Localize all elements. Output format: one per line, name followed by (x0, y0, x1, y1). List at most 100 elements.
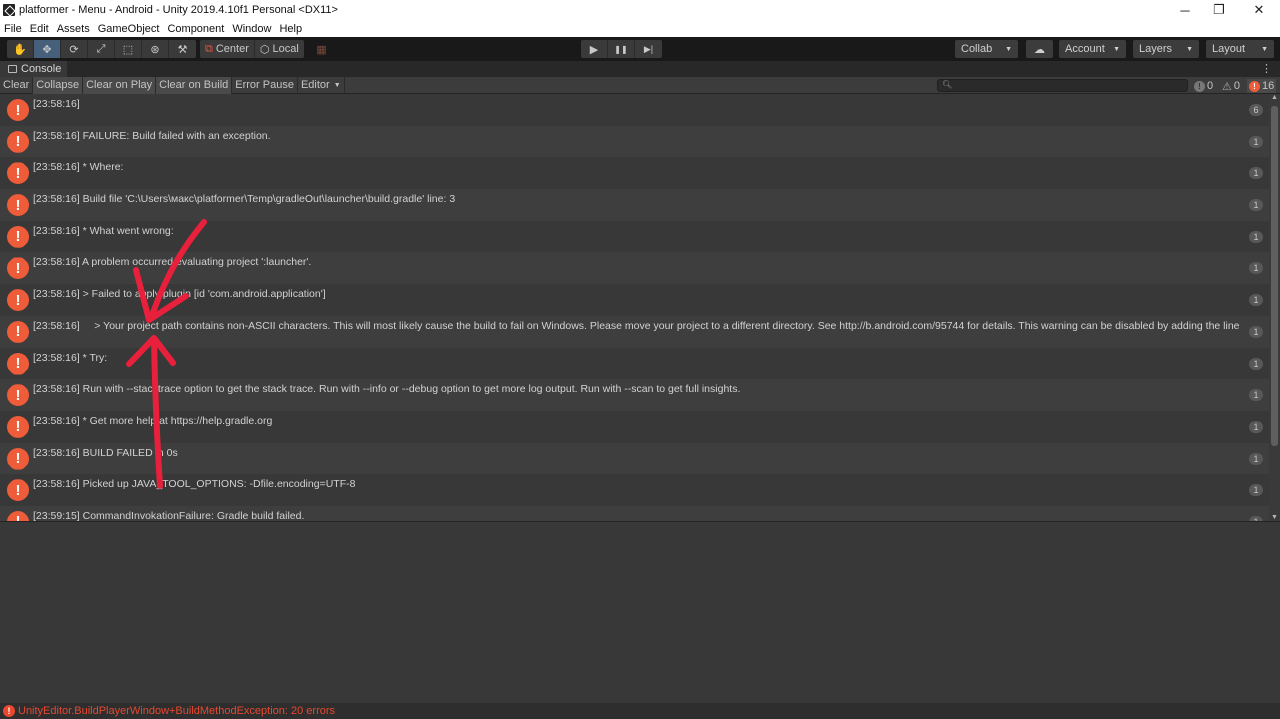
restore-button[interactable]: ❐ (1200, 0, 1238, 20)
menu-window[interactable]: Window (232, 23, 271, 35)
main-toolbar: ✋ ✥ ⟳ ⤢ ⬚ ⊛ ⚒ ⧉ Center ⬡ Local ▦ ▶ ❚❚ ▶|… (0, 37, 1280, 61)
menu-component[interactable]: Component (167, 23, 224, 35)
transform-tool-icon[interactable]: ⊛ (142, 40, 169, 58)
log-row[interactable]: ! [23:58:16] FAILURE: Build failed with a… (0, 125, 1269, 158)
clear-button[interactable]: Clear (0, 76, 34, 94)
log-message: [23:58:16] * What went wrong: (33, 224, 174, 237)
log-row[interactable]: ! [23:58:16] * What went wrong: 1 (0, 221, 1269, 253)
error-icon: ! (7, 447, 29, 470)
log-count-badge: 1 (1249, 230, 1263, 243)
log-detail-pane[interactable] (0, 521, 1280, 703)
log-row[interactable]: ! [23:58:16] * Get more help at https://h… (0, 411, 1269, 443)
error-icon: ! (1249, 80, 1260, 92)
cloud-icon: ☁ (1034, 43, 1045, 56)
log-scrollbar[interactable]: ▲ ▼ (1269, 94, 1280, 521)
pivot-center-icon: ⧉ (205, 42, 213, 55)
collapse-toggle[interactable]: Collapse (33, 76, 84, 94)
search-icon: 🔍︎ (942, 80, 953, 89)
menu-edit[interactable]: Edit (30, 23, 49, 35)
error-icon: ! (7, 289, 29, 312)
error-count-toggle[interactable]: ! 16 (1247, 79, 1277, 93)
status-bar[interactable]: ! UnityEditor.BuildPlayerWindow+BuildMet… (0, 703, 1280, 719)
log-count-badge: 1 (1249, 294, 1263, 307)
move-tool-icon[interactable]: ✥ (34, 40, 61, 58)
warning-count: 0 (1233, 80, 1240, 92)
layout-label: Layout (1212, 43, 1246, 55)
warning-count-toggle[interactable]: ⚠ 0 (1220, 79, 1242, 93)
console-search-input[interactable]: 🔍︎ (937, 79, 1188, 92)
rect-tool-icon[interactable]: ⬚ (115, 40, 142, 58)
log-row[interactable]: ! [23:59:15] CommandInvokationFailure: Gr… (0, 505, 1269, 521)
collab-label: Collab (961, 43, 993, 55)
log-count-badge: 1 (1249, 452, 1263, 465)
log-row[interactable]: ! [23:58:16] Build file 'C:\Users\макс\pl… (0, 189, 1269, 221)
console-log-list[interactable]: ! [23:58:16] 6 ! [23:58:16] FAILURE: Build … (0, 94, 1269, 521)
step-button[interactable]: ▶| (635, 40, 662, 58)
panel-menu-icon[interactable]: ⋮ (1261, 61, 1272, 77)
editor-dropdown[interactable]: Editor ▼ (298, 76, 345, 94)
log-message: [23:58:16] (33, 98, 80, 110)
log-row[interactable]: ! [23:58:16] BUILD FAILED in 0s 1 (0, 442, 1269, 475)
log-row[interactable]: ! [23:58:16] * Where: 1 (0, 157, 1269, 189)
collab-dropdown[interactable]: Collab ▼ (955, 40, 1018, 58)
console-icon (8, 65, 17, 73)
scrollbar-thumb[interactable] (1271, 106, 1278, 446)
menu-help[interactable]: Help (279, 23, 302, 35)
pivot-local-button[interactable]: ⬡ Local (255, 40, 304, 58)
pivot-local-label: Local (272, 43, 299, 55)
grid-snap-group: ▦ (308, 40, 335, 58)
log-message: [23:58:16] * Try: (33, 351, 108, 364)
log-count-badge: 1 (1249, 325, 1263, 338)
pause-button[interactable]: ❚❚ (608, 40, 635, 58)
log-row[interactable]: ! [23:58:16] A problem occurred evaluatin… (0, 252, 1269, 285)
error-pause-toggle[interactable]: Error Pause (232, 76, 298, 94)
menu-assets[interactable]: Assets (57, 23, 90, 35)
clear-on-build-toggle[interactable]: Clear on Build (156, 76, 233, 94)
layers-dropdown[interactable]: Layers ▼ (1133, 40, 1199, 58)
log-count-toggle[interactable]: ! 0 (1192, 79, 1215, 93)
log-message: [23:58:16] Run with --stacktrace option … (33, 383, 741, 396)
layout-dropdown[interactable]: Layout ▼ (1206, 40, 1274, 58)
log-count-badge: 1 (1249, 357, 1263, 370)
log-row[interactable]: ! [23:58:16] Picked up JAVA_TOOL_OPTIONS:… (0, 474, 1269, 506)
cloud-button[interactable]: ☁ (1026, 40, 1053, 58)
playback-controls: ▶ ❚❚ ▶| (581, 40, 662, 58)
info-icon: ! (1194, 80, 1205, 92)
scroll-up-icon[interactable]: ▲ (1271, 94, 1278, 101)
custom-tool-icon[interactable]: ⚒ (169, 40, 196, 58)
minimize-button[interactable]: ─ (1166, 0, 1204, 20)
log-row[interactable]: ! [23:58:16] * Try: 1 (0, 348, 1269, 380)
menu-file[interactable]: File (4, 23, 22, 35)
scale-tool-icon[interactable]: ⤢ (88, 40, 115, 58)
log-message: [23:58:16] * Where: (33, 161, 124, 174)
log-message: [23:58:16] Picked up JAVA_TOOL_OPTIONS: … (33, 478, 356, 491)
close-button[interactable]: ✕ (1240, 0, 1278, 20)
grid-snap-icon[interactable]: ▦ (308, 40, 335, 58)
error-icon: ! (7, 384, 29, 407)
account-dropdown[interactable]: Account ▼ (1059, 40, 1126, 58)
console-tab-bar: Console (0, 61, 1280, 77)
log-row[interactable]: ! [23:58:16] > Your project path contains… (0, 315, 1269, 348)
pivot-center-button[interactable]: ⧉ Center (200, 40, 255, 58)
scroll-down-icon[interactable]: ▼ (1271, 514, 1278, 521)
error-icon: ! (7, 130, 29, 153)
console-tab[interactable]: Console (0, 61, 68, 77)
layers-label: Layers (1139, 43, 1173, 55)
menu-gameobject[interactable]: GameObject (98, 23, 160, 35)
rotate-tool-icon[interactable]: ⟳ (61, 40, 88, 58)
pivot-tools: ⧉ Center ⬡ Local (200, 40, 304, 58)
log-count-badge: 1 (1249, 167, 1263, 180)
play-button[interactable]: ▶ (581, 40, 608, 58)
log-count-badge: 1 (1249, 484, 1263, 497)
chevron-down-icon: ▼ (1261, 45, 1268, 53)
log-row[interactable]: ! [23:58:16] Run with --stacktrace option… (0, 379, 1269, 411)
error-icon: ! (7, 415, 29, 438)
error-icon: ! (7, 257, 29, 280)
error-icon: ! (7, 352, 29, 375)
log-row[interactable]: ! [23:58:16] > Failed to apply plugin [id… (0, 284, 1269, 316)
log-row[interactable]: ! [23:58:16] 6 (0, 94, 1269, 126)
clear-on-play-toggle[interactable]: Clear on Play (83, 76, 157, 94)
error-count: 16 (1262, 80, 1275, 92)
error-icon: ! (7, 320, 29, 343)
hand-tool-icon[interactable]: ✋ (7, 40, 34, 58)
